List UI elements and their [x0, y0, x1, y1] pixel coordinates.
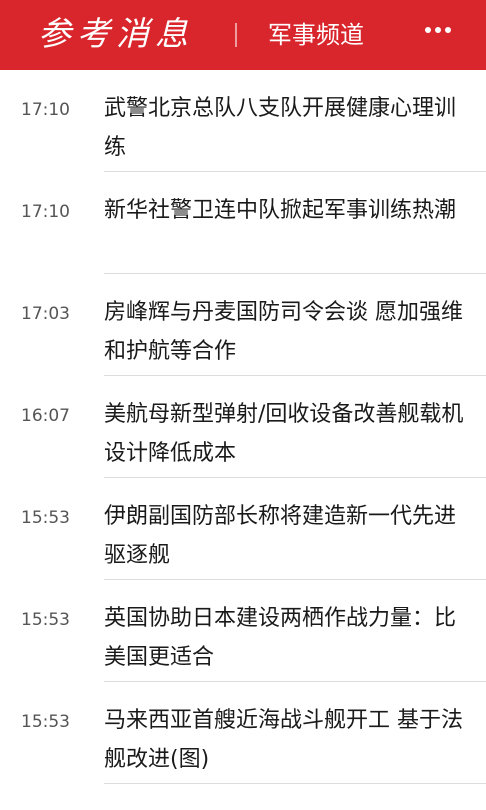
news-list: 17:10 武警北京总队八支队开展健康心理训练 17:10 新华社警卫连中队掀起…	[0, 70, 486, 784]
news-time: 15:53	[21, 610, 70, 630]
more-dots-icon[interactable]	[425, 27, 451, 35]
news-title[interactable]: 马来西亚首艘近海战斗舰开工 基于法舰改进(图)	[104, 701, 476, 779]
news-title[interactable]: 美航母新型弹射/回收设备改善舰载机设计降低成本	[104, 395, 476, 473]
news-time: 16:07	[21, 406, 70, 426]
news-item[interactable]: 15:53 英国协助日本建设两栖作战力量：比美国更适合	[0, 580, 486, 682]
news-item[interactable]: 15:53 伊朗副国防部长称将建造新一代先进驱逐舰	[0, 478, 486, 580]
news-item[interactable]: 15:53 马来西亚首艘近海战斗舰开工 基于法舰改进(图)	[0, 682, 486, 784]
news-title[interactable]: 武警北京总队八支队开展健康心理训练	[104, 89, 476, 167]
news-title[interactable]: 英国协助日本建设两栖作战力量：比美国更适合	[104, 599, 476, 677]
news-time: 17:10	[21, 100, 70, 120]
news-item[interactable]: 17:10 武警北京总队八支队开展健康心理训练	[0, 70, 486, 172]
news-time: 15:53	[21, 508, 70, 528]
site-logo[interactable]: 参考消息	[38, 14, 194, 54]
news-title[interactable]: 新华社警卫连中队掀起军事训练热潮	[104, 191, 476, 230]
header-divider	[235, 23, 237, 47]
top-bar: 参考消息 军事频道	[0, 0, 486, 70]
news-title[interactable]: 伊朗副国防部长称将建造新一代先进驱逐舰	[104, 497, 476, 575]
news-item[interactable]: 16:07 美航母新型弹射/回收设备改善舰载机设计降低成本	[0, 376, 486, 478]
news-time: 17:03	[21, 304, 70, 324]
item-separator	[104, 783, 486, 784]
news-item[interactable]: 17:03 房峰辉与丹麦国防司令会谈 愿加强维和护航等合作	[0, 274, 486, 376]
news-time: 17:10	[21, 202, 70, 222]
news-title[interactable]: 房峰辉与丹麦国防司令会谈 愿加强维和护航等合作	[104, 293, 476, 371]
news-item[interactable]: 17:10 新华社警卫连中队掀起军事训练热潮	[0, 172, 486, 274]
channel-title: 军事频道	[268, 21, 364, 49]
news-time: 15:53	[21, 712, 70, 732]
